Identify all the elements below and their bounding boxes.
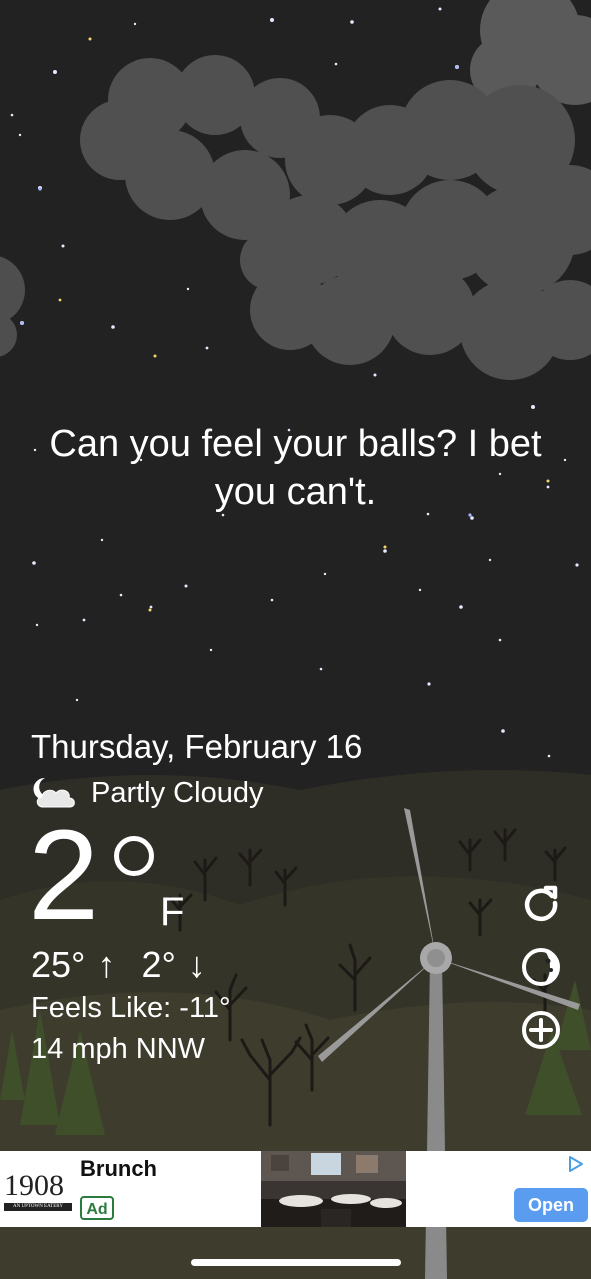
headline-line-2: you can't. bbox=[214, 471, 377, 513]
degree-symbol bbox=[114, 836, 154, 876]
ad-choices-icon[interactable] bbox=[566, 1155, 586, 1173]
theme-button[interactable] bbox=[520, 946, 562, 988]
high-arrow-icon: ↑ bbox=[97, 944, 116, 985]
condition-text: Partly Cloudy bbox=[91, 776, 264, 809]
add-location-button[interactable] bbox=[520, 1009, 562, 1051]
date-label: Thursday, February 16 bbox=[31, 728, 363, 765]
theme-icon bbox=[522, 948, 560, 986]
feels-like-text: Feels Like: -11° bbox=[31, 992, 231, 1024]
background-scene bbox=[0, 0, 591, 1279]
low-arrow-icon: ↓ bbox=[187, 944, 206, 985]
ad-open-button[interactable]: Open bbox=[514, 1188, 588, 1222]
weather-screen: Can you feel your balls? I bet you can't… bbox=[0, 0, 591, 1279]
headline-line-1: Can you feel your balls? I bet bbox=[49, 423, 542, 465]
funny-headline: Can you feel your balls? I bet you can't… bbox=[0, 420, 591, 516]
refresh-button[interactable] bbox=[520, 882, 562, 924]
ad-restaurant-photo bbox=[261, 1151, 406, 1227]
current-temperature: 2 bbox=[28, 804, 100, 947]
high-low-row: 25° ↑ 2° ↓ bbox=[31, 944, 208, 986]
ad-title: Brunch bbox=[80, 1156, 157, 1181]
add-icon bbox=[522, 1011, 560, 1049]
ad-badge: Ad bbox=[80, 1196, 114, 1220]
temperature-unit: F bbox=[160, 890, 185, 934]
wind-text: 14 mph NNW bbox=[31, 1033, 206, 1065]
ad-logo-number: 1908 bbox=[4, 1169, 64, 1202]
low-temperature: 2° bbox=[141, 944, 176, 985]
high-temperature: 25° bbox=[31, 944, 86, 985]
home-indicator[interactable] bbox=[191, 1259, 401, 1266]
ad-banner[interactable]: 1908 AN UPTOWN EATERY Brunch Ad Open bbox=[0, 1151, 591, 1227]
refresh-icon bbox=[524, 885, 558, 922]
ad-logo-tagline: AN UPTOWN EATERY bbox=[4, 1203, 72, 1211]
ad-logo: 1908 AN UPTOWN EATERY bbox=[4, 1167, 74, 1217]
